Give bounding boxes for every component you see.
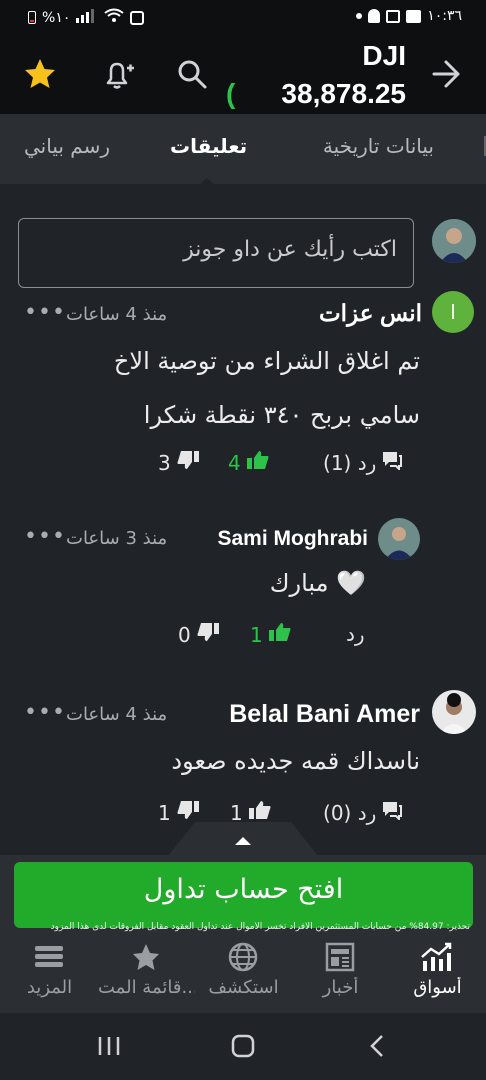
post-avatar[interactable] (432, 690, 476, 734)
comment-input-placeholder: اكتب رأيك عن داو جونز (183, 237, 397, 262)
gallery-icon (406, 9, 422, 23)
nav-label: قائمة المت... (98, 977, 195, 998)
post-body-line: مبارك 🤍 (269, 569, 366, 597)
chevron-up-icon (235, 837, 251, 845)
system-back-icon[interactable] (366, 1033, 390, 1063)
reply-button[interactable]: رد (0) (323, 800, 403, 825)
star-icon (128, 941, 164, 973)
dislike-button[interactable]: 3 (158, 450, 200, 475)
symbol-title: DJI (362, 40, 406, 71)
open-trading-account-button[interactable]: افتح حساب تداول (14, 862, 473, 928)
tab-historical-data[interactable]: بيانات تاريخية (323, 134, 434, 158)
post-time: منذ 4 ساعات (66, 304, 168, 325)
system-home-icon[interactable] (230, 1033, 256, 1063)
like-count: 1 (230, 801, 243, 825)
image-icon (386, 9, 401, 23)
globe-icon (225, 941, 261, 973)
nav-item-more[interactable]: المزيد (1, 935, 98, 1013)
system-navigation-bar (0, 1013, 486, 1080)
active-tab-indicator (200, 178, 214, 184)
news-icon (322, 941, 358, 973)
post-body-line: سامي بربح ٣٤٠ نقطة شكرا (143, 401, 420, 429)
reply-label: رد (1) (323, 451, 377, 475)
system-recents-icon[interactable] (96, 1035, 122, 1061)
dislike-button[interactable]: 0 (178, 622, 220, 647)
battery-level: %١٠ (42, 9, 71, 26)
wifi-icon (104, 8, 124, 27)
thumbs-up-icon (248, 801, 272, 824)
nav-item-explore[interactable]: استكشف (195, 935, 292, 1013)
price-change: ( (226, 78, 236, 109)
post-body-line: ناسداك قمه جديده صعود (171, 747, 420, 775)
post-more-icon[interactable]: ••• (24, 700, 66, 725)
notification-app-icon (130, 10, 145, 25)
reply-label: رد (346, 622, 365, 646)
markets-icon (419, 941, 455, 973)
thumbs-up-icon (268, 623, 292, 646)
thumbs-down-icon (176, 451, 200, 474)
thumbs-down-icon (176, 801, 200, 824)
reply-label: رد (0) (323, 801, 377, 825)
thumbs-up-icon (246, 451, 270, 474)
like-button[interactable]: 4 (228, 450, 270, 475)
user-avatar (432, 219, 476, 263)
post-body: تم اغلاق الشراء من توصية الاخ سامي بربح … (20, 334, 420, 442)
post-avatar[interactable] (378, 518, 420, 560)
clock-time: ١٠:٣٦ (427, 8, 462, 24)
reply-icon (381, 452, 403, 474)
nav-item-news[interactable]: أخبار (292, 935, 389, 1013)
search-icon[interactable] (174, 56, 210, 92)
alert-icon (368, 9, 381, 23)
menu-icon (31, 941, 67, 973)
open-trading-account-label: افتح حساب تداول (143, 874, 344, 905)
dislike-button[interactable]: 1 (158, 800, 200, 825)
nav-item-watchlist[interactable]: قائمة المت... (98, 935, 195, 1013)
post-avatar[interactable]: ا (432, 291, 474, 333)
like-count: 4 (228, 451, 241, 475)
nav-label: استكشف (208, 977, 279, 998)
like-button[interactable]: 1 (250, 622, 292, 647)
comment-input[interactable]: اكتب رأيك عن داو جونز (18, 218, 414, 288)
nav-item-markets[interactable]: أسواق (389, 935, 486, 1013)
post-more-icon[interactable]: ••• (24, 524, 66, 549)
nav-label: المزيد (26, 977, 73, 998)
bottom-navigation: أسواق أخبار استكشف قائمة المت... المزيد (0, 935, 486, 1013)
price-value: 38,878.25 (281, 78, 406, 109)
dislike-count: 0 (178, 623, 191, 647)
nav-label: أخبار (322, 977, 359, 998)
post-author[interactable]: Belal Bani Amer (229, 700, 420, 729)
dot-icon (356, 13, 363, 19)
reply-button[interactable]: رد (346, 622, 365, 646)
tab-overflow-indicator (480, 136, 486, 156)
risk-disclaimer: تحذير: 84.97% من حسابات المستثمرين الأفر… (50, 922, 470, 932)
tab-bar: بيانات تاريخية تعليقات رسم بياني (0, 114, 486, 184)
collapse-handle[interactable] (168, 822, 318, 856)
add-alert-icon[interactable] (100, 56, 136, 92)
tab-chart[interactable]: رسم بياني (24, 134, 110, 158)
battery-icon (28, 11, 36, 24)
dislike-count: 1 (158, 801, 171, 825)
reply-icon (381, 802, 403, 824)
tab-comments[interactable]: تعليقات (170, 134, 247, 158)
app-header: DJI 38,878.25 ( (0, 34, 486, 114)
star-icon[interactable] (22, 56, 58, 92)
post-body: مبارك 🤍 (66, 556, 366, 610)
post-time: منذ 3 ساعات (66, 528, 168, 549)
like-button[interactable]: 1 (230, 800, 272, 825)
dislike-count: 3 (158, 451, 171, 475)
reply-button[interactable]: رد (1) (323, 450, 403, 475)
post-body: ناسداك قمه جديده صعود (20, 734, 420, 788)
post-time: منذ 4 ساعات (66, 704, 168, 725)
signal-icon (76, 8, 98, 27)
like-count: 1 (250, 623, 263, 647)
post-body-line: تم اغلاق الشراء من توصية الاخ (113, 347, 420, 375)
post-more-icon[interactable]: ••• (24, 300, 66, 325)
post-author[interactable]: Sami Moghrabi (217, 527, 368, 551)
nav-label: أسواق (413, 977, 462, 998)
thumbs-down-icon (196, 623, 220, 646)
back-arrow-icon[interactable] (428, 56, 464, 92)
post-author[interactable]: انس عزات (319, 300, 422, 327)
status-bar: %١٠ ١٠:٣٦ (0, 0, 486, 34)
